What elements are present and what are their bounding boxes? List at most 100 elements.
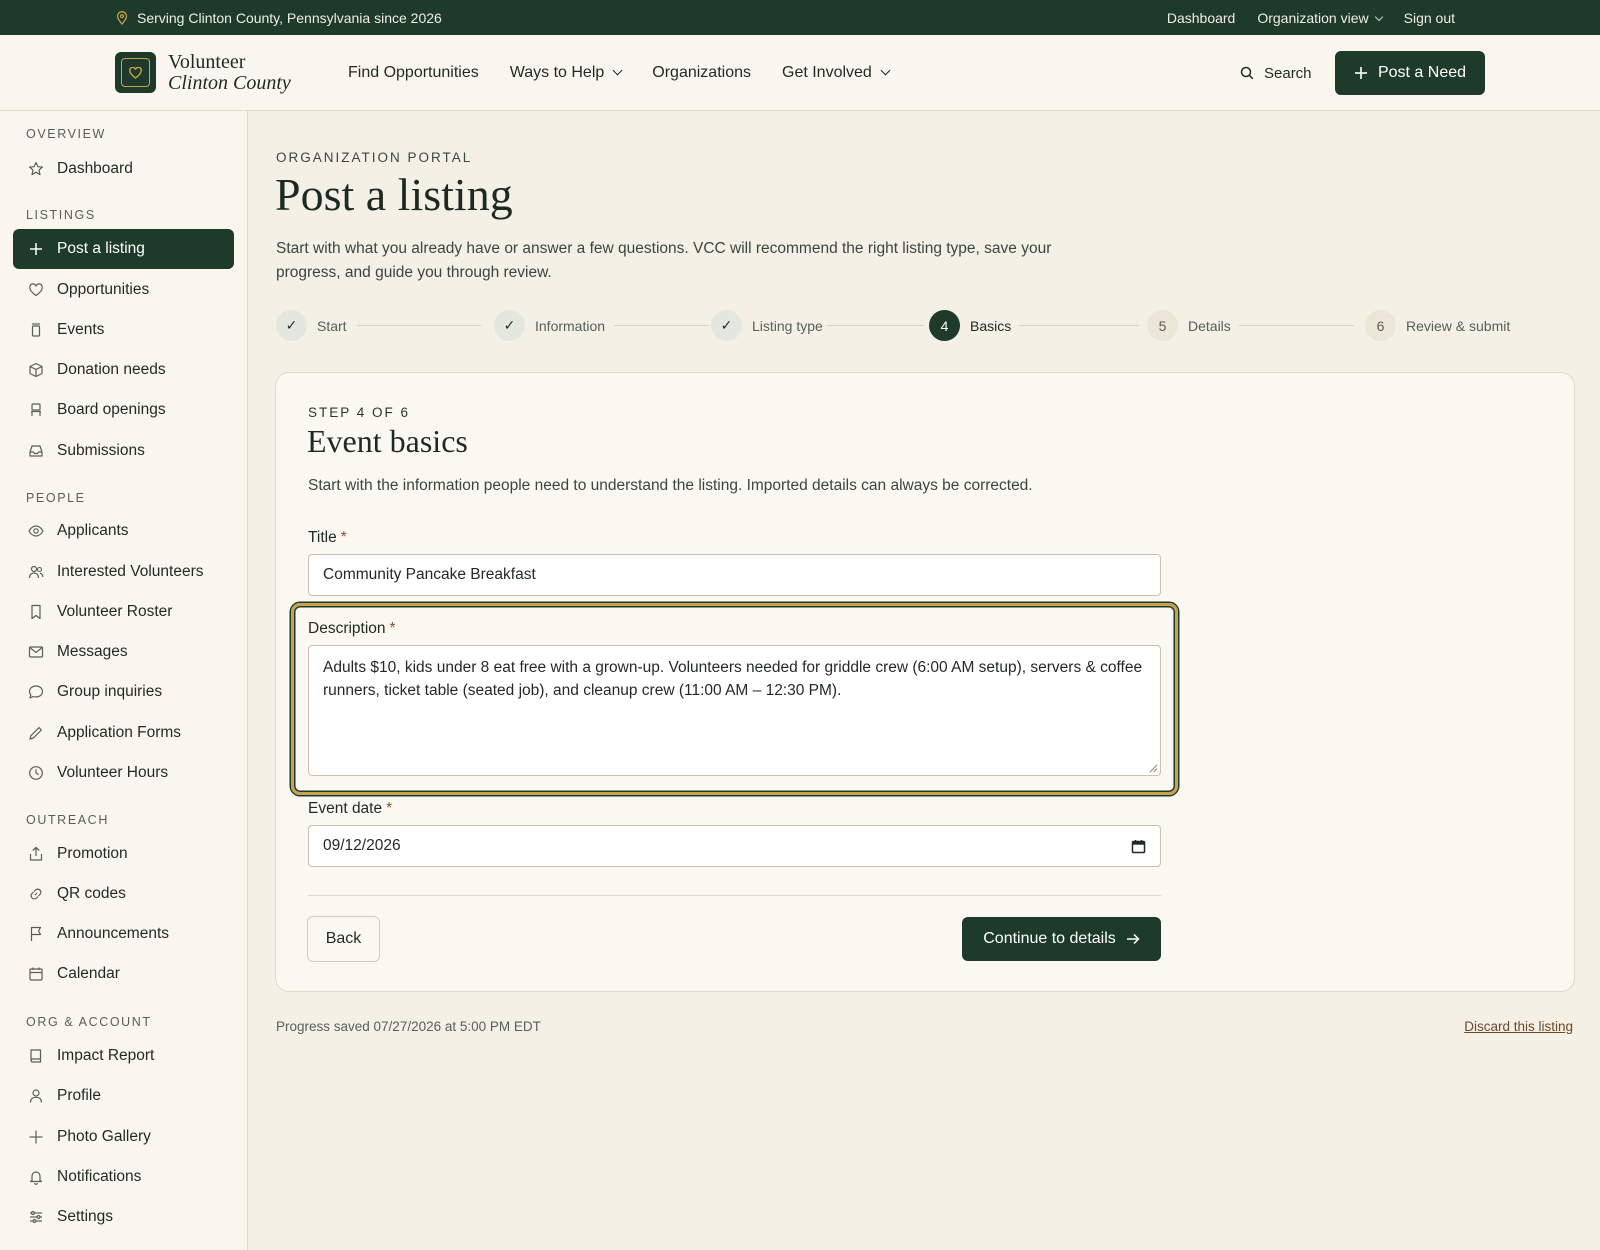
sidebar-item-messages[interactable]: Messages [13,632,234,672]
sparkle-icon [29,1130,43,1144]
form-title: Event basics [307,423,468,459]
sidebar-item-label: Donation needs [57,361,166,378]
sidebar-item-post-a-listing[interactable]: Post a listing [13,229,234,269]
nav-get-involved[interactable]: Get Involved [782,64,891,82]
users-icon [28,565,44,579]
sidebar-item-interested-volunteers[interactable]: Interested Volunteers [13,552,234,592]
sidebar-item-photo-gallery[interactable]: Photo Gallery [13,1117,234,1157]
sidebar-item-events[interactable]: Events [13,310,234,350]
description-value: Adults $10, kids under 8 eat free with a… [323,659,1143,699]
heart-icon [29,283,43,297]
sidebar-item-volunteer-hours[interactable]: Volunteer Hours [13,753,234,793]
sidebar-item-promotion[interactable]: Promotion [13,834,234,874]
step-connector [827,325,924,326]
sidebar-item-label: Submissions [57,442,145,459]
back-button[interactable]: Back [307,916,380,962]
site-header: Volunteer Clinton County Find Opportunit… [0,35,1600,111]
sidebar-item-label: Volunteer Hours [57,764,169,781]
step-information[interactable]: ✓ Information [494,310,605,341]
bell-icon [29,1171,43,1185]
sidebar-item-submissions[interactable]: Submissions [13,431,234,471]
description-label-text: Description [308,620,386,637]
sidebar: OVERVIEW Dashboard LISTINGS Post a listi… [0,111,248,1250]
sidebar-item-label: Notifications [57,1168,142,1185]
post-a-need-button[interactable]: Post a Need [1335,51,1485,95]
sidebar-item-label: Volunteer Roster [57,603,173,620]
eye-icon [28,525,44,537]
step-start[interactable]: ✓ Start [276,310,347,341]
step-connector [357,325,481,326]
nav-get-involved-label: Get Involved [782,64,872,81]
sidebar-item-label: Photo Gallery [57,1128,151,1145]
calendar-icon[interactable] [1131,839,1146,854]
bookmark-icon [31,604,41,620]
step-listing-type[interactable]: ✓ Listing type [711,310,823,341]
chat-bubble-icon [28,685,44,699]
resize-grip-icon[interactable] [1149,764,1158,773]
user-icon [29,1089,43,1103]
discard-listing-link[interactable]: Discard this listing [1464,1019,1573,1034]
required-marker: * [386,800,393,817]
progress-saved-text: Progress saved 07/27/2026 at 5:00 PM EDT [276,1019,541,1034]
chair-icon [31,403,41,416]
sidebar-item-label: Opportunities [57,281,150,298]
sidebar-item-applicants[interactable]: Applicants [13,511,234,551]
title-input[interactable]: Community Pancake Breakfast [308,554,1161,596]
location-notice: Serving Clinton County, Pennsylvania sin… [116,0,442,35]
site-logo[interactable]: Volunteer Clinton County [115,52,291,93]
sidebar-section-org-account: ORG & ACCOUNT [26,1015,152,1029]
sidebar-section-outreach: OUTREACH [26,813,109,827]
description-label: Description * [308,620,396,638]
sidebar-item-donation-needs[interactable]: Donation needs [13,350,234,390]
sidebar-item-label: Events [57,321,105,338]
step-eyebrow: STEP 4 OF 6 [308,405,411,420]
form-description: Start with the information people need t… [308,477,1033,494]
sidebar-item-label: Application Forms [57,724,182,741]
title-label: Title * [308,529,347,547]
description-textarea[interactable]: Adults $10, kids under 8 eat free with a… [308,645,1161,776]
step-number: 5 [1147,310,1178,341]
star-icon [29,161,43,176]
step-label: Information [535,317,606,334]
sidebar-item-volunteer-roster[interactable]: Volunteer Roster [13,592,234,632]
nav-organizations[interactable]: Organizations [652,64,751,82]
nav-ways-to-help[interactable]: Ways to Help [510,64,623,82]
chevron-down-icon [612,65,623,75]
post-a-need-label: Post a Need [1377,64,1467,81]
top-link-sign-out[interactable]: Sign out [1404,10,1455,26]
event-date-input[interactable]: 09/12/2026 [308,825,1161,867]
plus-icon [30,243,42,255]
sidebar-item-calendar[interactable]: Calendar [13,954,234,994]
search-button[interactable]: Search [1240,35,1312,111]
page-title: Post a listing [275,169,513,220]
step-connector [1019,325,1139,326]
sidebar-item-application-forms[interactable]: Application Forms [13,713,234,753]
sidebar-item-profile[interactable]: Profile [13,1076,234,1116]
plus-icon [1354,67,1367,79]
step-connector [614,325,709,326]
sidebar-item-board-openings[interactable]: Board openings [13,390,234,430]
top-link-organization-view[interactable]: Organization view [1257,10,1383,26]
nav-find-opportunities[interactable]: Find Opportunities [348,64,479,82]
sidebar-item-impact-report[interactable]: Impact Report [13,1036,234,1076]
sidebar-item-opportunities[interactable]: Opportunities [13,270,234,310]
sidebar-item-settings[interactable]: Settings [13,1197,234,1237]
sidebar-item-label: Dashboard [57,160,133,177]
top-link-dashboard[interactable]: Dashboard [1167,10,1236,26]
form-divider [308,895,1161,896]
sidebar-item-dashboard[interactable]: Dashboard [13,149,234,189]
event-date-value: 09/12/2026 [323,837,401,854]
check-icon: ✓ [276,310,307,341]
arrow-right-icon [1126,933,1140,945]
event-date-label-text: Event date [308,800,383,817]
sidebar-item-announcements[interactable]: Announcements [13,914,234,954]
sidebar-item-group-inquiries[interactable]: Group inquiries [13,672,234,712]
continue-to-details-button[interactable]: Continue to details [962,917,1161,961]
sliders-icon [30,1210,42,1224]
step-basics: 4 Basics [929,310,1011,341]
sidebar-item-notifications[interactable]: Notifications [13,1157,234,1197]
title-label-text: Title [308,529,337,546]
sidebar-item-qr-codes[interactable]: QR codes [13,874,234,914]
sidebar-item-label: QR codes [57,885,126,902]
location-text: Serving Clinton County, Pennsylvania sin… [137,9,442,26]
